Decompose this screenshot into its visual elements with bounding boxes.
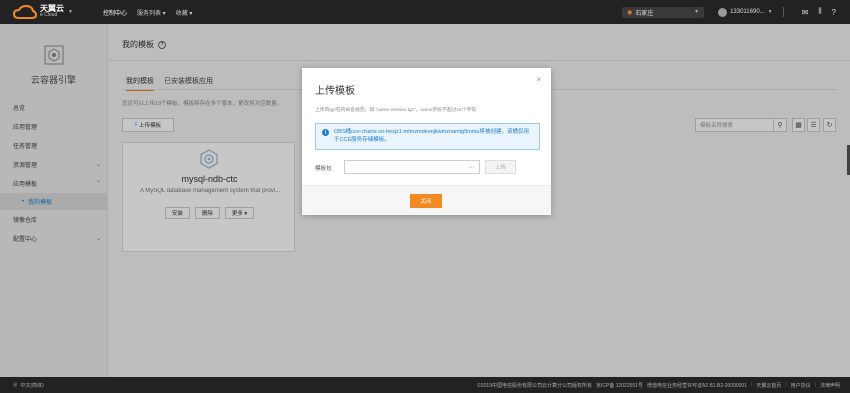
user-name: 133011690...	[730, 9, 765, 15]
footer-link-home[interactable]: 天翼云首页	[756, 382, 781, 389]
top-bar: 天翼云 e Cloud ▼ 控制中心 服务列表 ▾ 收藏 ▾ ◉ 石家庄 ▼ 1…	[0, 0, 850, 24]
upload-template-dialog: 上传模板 × 上传的tgz包的命名规范，如 "name-version.tgz"…	[302, 68, 551, 215]
footer-link-user-agreement[interactable]: 用户协议	[791, 382, 811, 389]
help-icon[interactable]: ?	[832, 8, 836, 17]
top-nav: 控制中心 服务列表 ▾ 收藏 ▾	[95, 8, 192, 17]
footer-link-legal[interactable]: 法律声明	[820, 382, 840, 389]
obs-info-box: i OBS桶cce-charts-cn-hesjz1-mtmzmdexnjkwm…	[315, 123, 540, 150]
brand-logo[interactable]: 天翼云 e Cloud ▼	[0, 4, 95, 20]
close-icon[interactable]: ×	[536, 75, 541, 84]
top-right-tools: ◉ 石家庄 ▼ 133011690... ▼ ✉ ⫼ ?	[622, 6, 850, 18]
close-button[interactable]: 关闭	[410, 194, 442, 208]
divider: |	[785, 382, 787, 388]
file-label: 模板包	[315, 166, 332, 172]
naming-rule-note: 上传的tgz包的命名规范，如 "name-version.tgz"，name字段…	[315, 108, 477, 113]
footer: ◎ 中文(简体) ©2019中国电信股份有限公司云计算分公司版权所有 京ICP备…	[0, 377, 850, 393]
dialog-title: 上传模板	[315, 86, 355, 97]
mail-icon[interactable]: ✉	[802, 8, 809, 17]
nav-favorites[interactable]: 收藏 ▾	[176, 8, 193, 17]
upload-button[interactable]: 上传	[485, 160, 516, 174]
info-icon: i	[322, 129, 329, 136]
location-pin-icon: ◉	[627, 9, 633, 16]
license-text: 增值电信业务经营许可证A2.B1.B2-20090001	[646, 382, 748, 389]
language-selector[interactable]: ◎ 中文(简体)	[0, 382, 44, 389]
divider	[782, 7, 784, 17]
template-file-input[interactable]: ···	[344, 160, 480, 174]
avatar	[718, 7, 728, 17]
divider: |	[814, 382, 816, 388]
chevron-down-icon: ▼	[694, 9, 700, 15]
divider: |	[751, 382, 753, 388]
nav-control-center[interactable]: 控制中心	[103, 8, 127, 17]
icp-text: 京ICP备 12022551号	[595, 382, 643, 389]
globe-icon: ◎	[13, 382, 18, 388]
language-label: 中文(简体)	[20, 382, 44, 389]
region-selector[interactable]: ◉ 石家庄 ▼	[622, 6, 705, 18]
nav-service-list[interactable]: 服务列表 ▾	[137, 8, 166, 17]
chevron-down-icon: ▼	[767, 9, 773, 15]
top-icons: ✉ ⫼ ?	[802, 8, 836, 17]
logo-text: 天翼云 e Cloud	[40, 5, 64, 19]
dialog-footer: 关闭	[302, 185, 551, 215]
copyright-text: ©2019中国电信股份有限公司云计算分公司版权所有	[477, 382, 592, 389]
stats-icon[interactable]: ⫼	[818, 8, 821, 17]
footer-info: ©2019中国电信股份有限公司云计算分公司版权所有 京ICP备 12022551…	[477, 382, 850, 389]
cloud-logo-icon	[13, 4, 37, 19]
region-name: 石家庄	[635, 10, 654, 17]
chevron-down-icon[interactable]: ▼	[68, 9, 73, 15]
obs-info-text: OBS桶cce-charts-cn-hesjz1-mtmzmdexnjkwmzn…	[334, 129, 529, 143]
browse-icon[interactable]: ···	[468, 164, 475, 171]
user-menu[interactable]: 133011690... ▼	[718, 7, 773, 17]
